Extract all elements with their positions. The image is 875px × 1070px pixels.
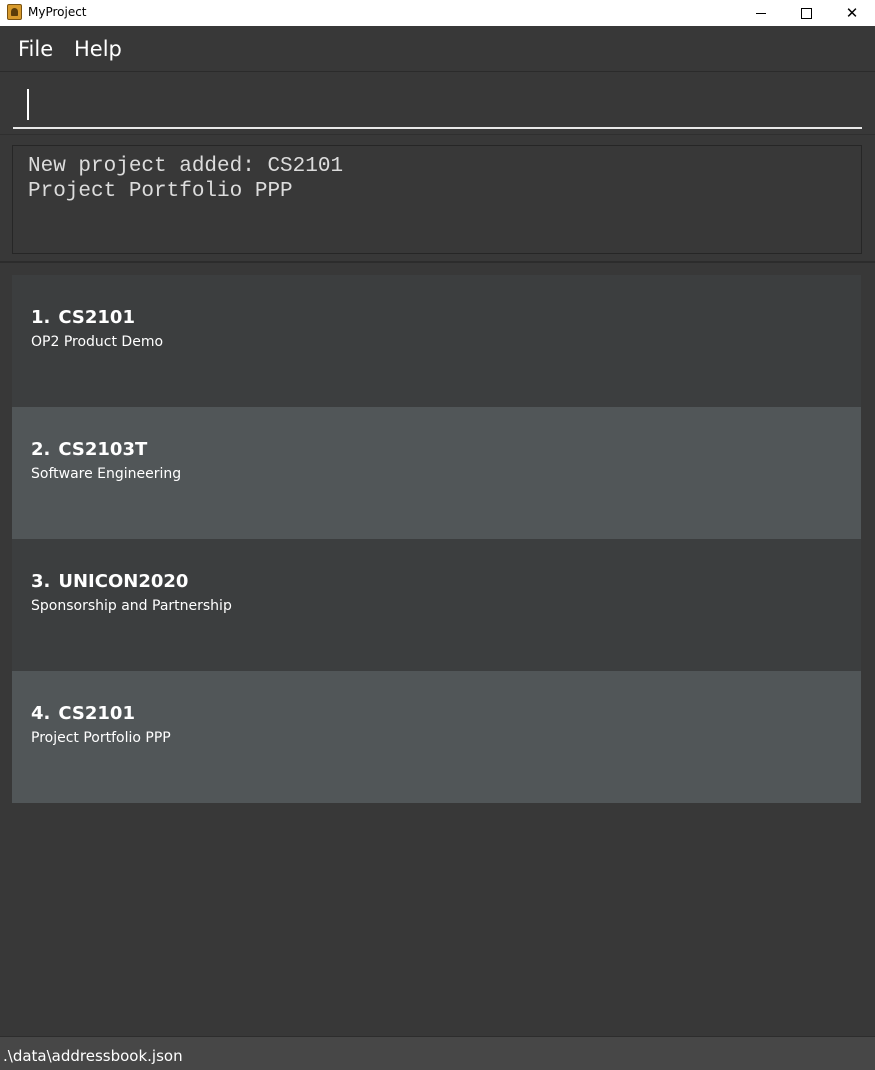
project-name: OP2 Product Demo (31, 334, 164, 350)
divider (0, 261, 875, 263)
project-index: 2. (31, 439, 51, 460)
close-button[interactable]: ✕ (829, 0, 875, 26)
project-heading: 3. UNICON2020 (31, 569, 842, 595)
project-card[interactable]: 4. CS2101 Project Portfolio PPP (12, 671, 861, 803)
minimize-button[interactable] (738, 0, 784, 26)
menu-file[interactable]: File (18, 36, 53, 62)
menu-help[interactable]: Help (74, 36, 122, 62)
project-name: Software Engineering (31, 466, 182, 482)
save-location: .\data\addressbook.json (3, 1047, 183, 1065)
project-list[interactable]: 1. CS2101 OP2 Product Demo 2. CS2103T Soft… (12, 275, 861, 803)
app-icon (7, 4, 22, 20)
menu-bar: File Help (0, 26, 875, 72)
project-index: 4. (31, 703, 51, 724)
project-index: 3. (31, 571, 51, 592)
project-card[interactable]: 3. UNICON2020 Sponsorship and Partnership (12, 539, 861, 671)
project-code: UNICON2020 (58, 571, 189, 592)
project-code: CS2101 (58, 307, 135, 328)
project-name: Sponsorship and Partnership (31, 598, 232, 614)
project-heading: 1. CS2101 (31, 305, 842, 331)
minimize-icon (756, 12, 766, 14)
project-code: CS2103T (58, 439, 148, 460)
project-name: Project Portfolio PPP (31, 730, 171, 746)
command-input[interactable] (13, 83, 862, 129)
text-caret (27, 89, 29, 120)
close-icon: ✕ (845, 4, 859, 22)
project-card[interactable]: 2. CS2103T Software Engineering (12, 407, 861, 539)
window-title-bar: MyProject ✕ (0, 0, 875, 26)
project-code: CS2101 (58, 703, 135, 724)
status-bar: .\data\addressbook.json (0, 1036, 875, 1070)
project-heading: 2. CS2103T (31, 437, 842, 463)
maximize-icon (800, 7, 812, 19)
project-heading: 4. CS2101 (31, 701, 842, 727)
result-display: New project added: CS2101 Project Portfo… (12, 145, 862, 254)
project-card[interactable]: 1. CS2101 OP2 Product Demo (12, 275, 861, 407)
maximize-button[interactable] (783, 0, 829, 26)
command-box (0, 73, 875, 135)
window-title: MyProject (28, 5, 87, 19)
project-index: 1. (31, 307, 51, 328)
